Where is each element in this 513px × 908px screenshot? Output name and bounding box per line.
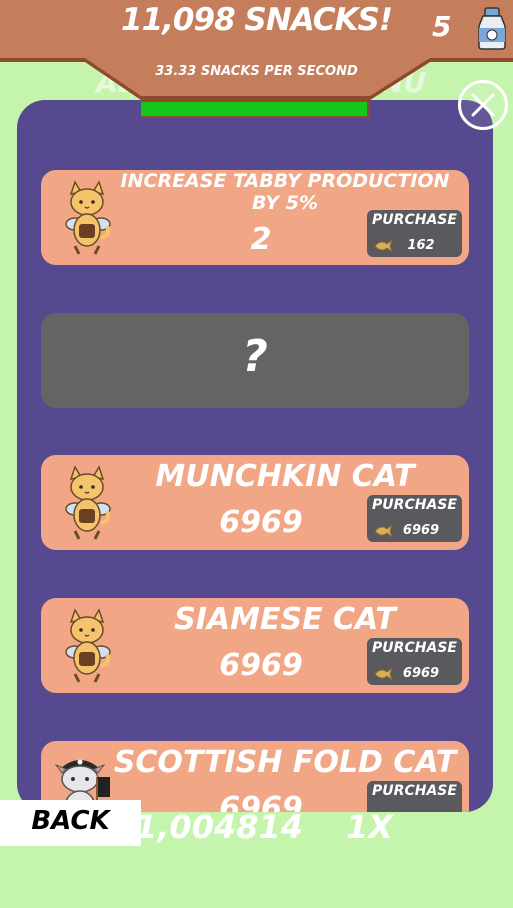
close-button[interactable] [458, 80, 508, 130]
tabby-bee-cat-icon [65, 465, 111, 540]
locked-question-mark: ? [242, 331, 268, 382]
tabby-bee-cat-icon [65, 180, 111, 255]
progress-fill [141, 102, 367, 116]
tabby-bee-cat-icon [65, 608, 111, 683]
shop-item-siamese-cat: SIAMESE CAT 6969 PURCHASE 6969 [41, 598, 469, 693]
fish-snack-icon [374, 238, 393, 254]
back-label: BACK [31, 806, 110, 836]
progress-bar [141, 100, 369, 118]
item-name: SIAMESE CAT [174, 602, 396, 637]
bottom-number: 1,004814 [135, 808, 304, 846]
shop-panel: INCREASE TABBY PRODUCTION BY 5% 2 PURCHA… [17, 100, 493, 812]
purchase-label: PURCHASE [372, 640, 457, 656]
item-name: SCOTTISH FOLD CAT [113, 745, 457, 780]
purchase-button[interactable]: PURCHASE 6969 [367, 638, 462, 685]
snack-rate: 33.33 SNACKS PER SECOND [155, 64, 358, 79]
purchase-label: PURCHASE [372, 497, 457, 513]
multiplier-label[interactable]: 1X [346, 808, 393, 846]
purchase-label: PURCHASE [372, 783, 457, 799]
purchase-price: 6969 [402, 523, 440, 538]
item-value: 6969 [219, 505, 303, 540]
item-value: 2 [250, 222, 272, 257]
purchase-price: 162 [407, 238, 435, 253]
purchase-price: 6969 [402, 666, 440, 681]
fish-snack-icon [374, 666, 393, 682]
item-name: INCREASE TABBY PRODUCTION BY 5% [120, 170, 450, 214]
item-value: 6969 [219, 648, 303, 683]
milk-count: 5 [432, 10, 452, 43]
purchase-button[interactable]: PURCHASE 6969 [367, 495, 462, 542]
purchase-label: PURCHASE [372, 212, 457, 228]
close-icon [471, 93, 495, 117]
back-button[interactable]: BACK [0, 800, 141, 846]
shop-item-tabby-upgrade: INCREASE TABBY PRODUCTION BY 5% 2 PURCHA… [41, 170, 469, 265]
shop-item-locked: ? [41, 313, 469, 408]
purchase-button[interactable]: PURCHASE 162 [367, 210, 462, 257]
shop-item-munchkin-cat: MUNCHKIN CAT 6969 PURCHASE 6969 [41, 455, 469, 550]
item-name: MUNCHKIN CAT [155, 459, 415, 494]
fish-snack-icon [374, 523, 393, 539]
milk-bottle-icon [478, 7, 506, 50]
